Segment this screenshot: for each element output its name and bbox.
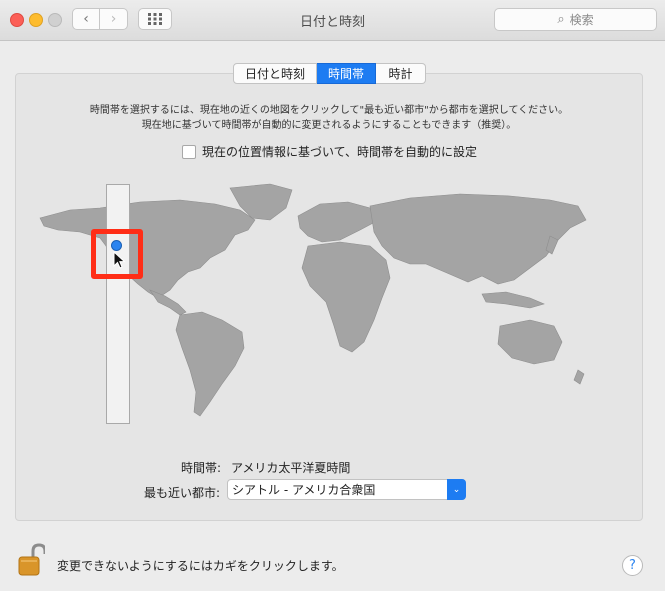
cursor-arrow-icon <box>113 251 126 269</box>
chevron-updown-icon: ⌄ <box>447 479 466 500</box>
location-pin-icon[interactable] <box>111 240 122 251</box>
south-america-shape <box>175 311 245 417</box>
description-line-1: 時間帯を選択するには、現在地の近くの地図をクリックして"最も近い都市"から都市を… <box>89 105 569 116</box>
europe-shape <box>297 201 376 243</box>
closest-city-select[interactable]: シアトル - アメリカ合衆国 ⌄ <box>227 479 466 500</box>
help-button[interactable]: ? <box>622 555 643 576</box>
tab-bar: 日付と時刻 時間帯 時計 <box>233 63 426 84</box>
description-line-2: 現在地に基づいて時間帯が自動的に変更されるようにすることもできます（推奨）。 <box>141 120 517 131</box>
north-america-shape <box>39 199 256 299</box>
search-icon: ⌕ <box>557 12 565 27</box>
lock-instruction: 変更できないようにするにはカギをクリックします。 <box>57 559 344 573</box>
timezone-label: 時間帯: <box>181 461 222 475</box>
lock-icon[interactable] <box>17 543 45 577</box>
australia-shape <box>497 319 563 365</box>
timezone-value: アメリカ太平洋夏時間 <box>231 461 351 475</box>
auto-timezone-row[interactable]: 現在の位置情報に基づいて、時間帯を自動的に設定 <box>182 143 477 160</box>
search-placeholder: 検索 <box>569 13 594 27</box>
search-field[interactable]: ⌕ 検索 <box>494 8 657 31</box>
africa-shape <box>301 241 391 353</box>
timezone-band <box>106 184 130 424</box>
title-bar: ‹ › 日付と時刻 ⌕ 検索 <box>0 0 665 41</box>
closest-city-label: 最も近い都市: <box>144 486 221 500</box>
tab-clock[interactable]: 時計 <box>376 63 426 84</box>
question-icon: ? <box>629 558 636 573</box>
new-zealand-shape <box>573 369 585 385</box>
indonesia-shape <box>481 291 545 309</box>
tab-date-time[interactable]: 日付と時刻 <box>233 63 317 84</box>
central-america-shape <box>149 289 187 316</box>
closest-city-value: シアトル - アメリカ合衆国 <box>232 483 376 497</box>
auto-timezone-label: 現在の位置情報に基づいて、時間帯を自動的に設定 <box>202 145 478 159</box>
tab-time-zone[interactable]: 時間帯 <box>317 63 376 84</box>
auto-timezone-checkbox[interactable] <box>182 144 196 159</box>
